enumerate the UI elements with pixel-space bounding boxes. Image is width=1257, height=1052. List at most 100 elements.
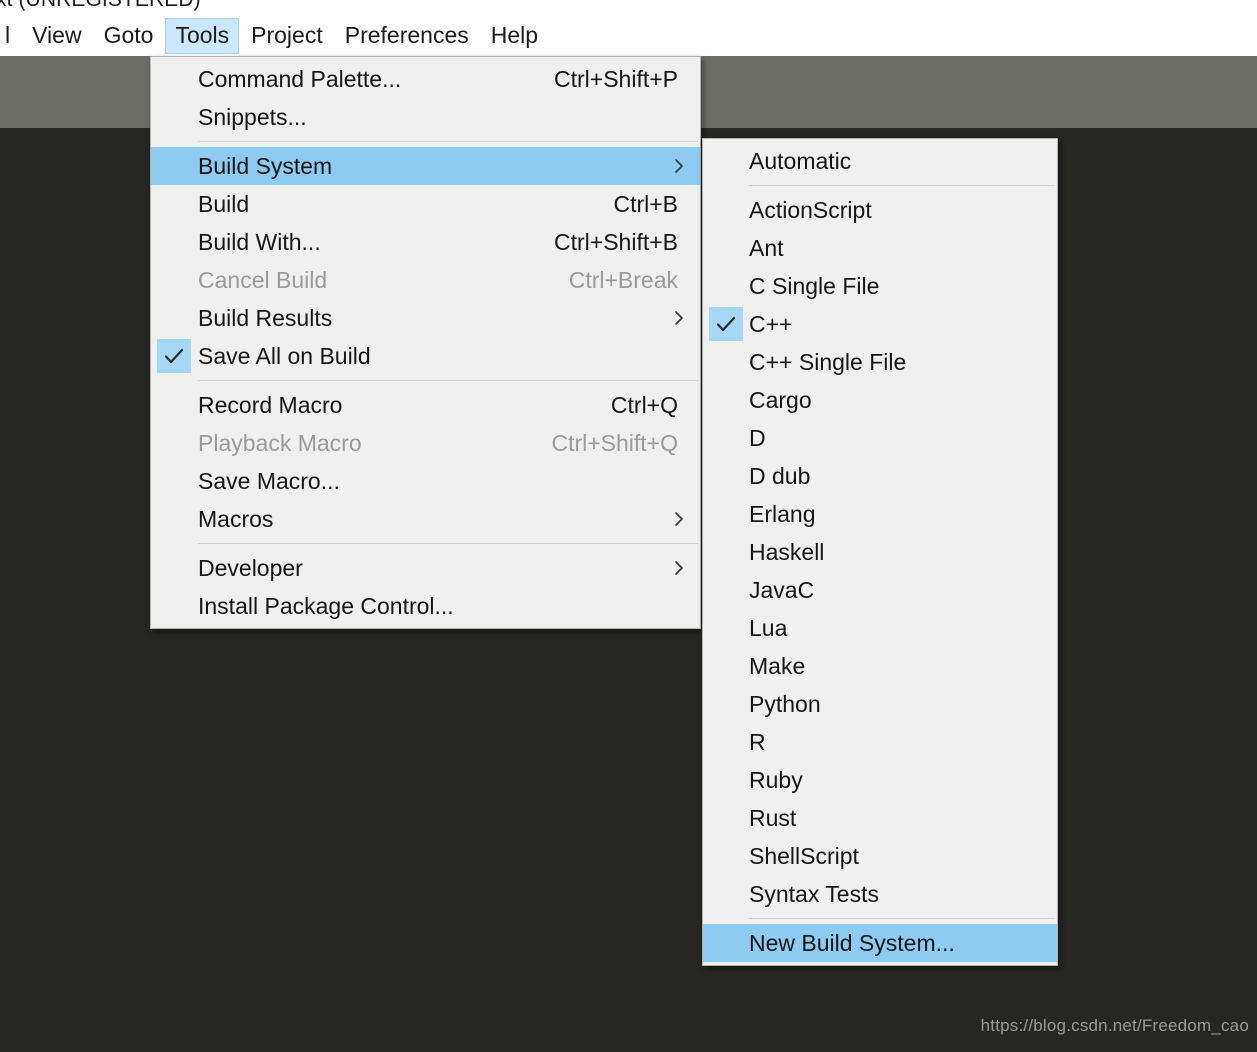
menubar-item-label: l [5,22,10,48]
menubar-item-label: Preferences [345,22,469,48]
menu-item-gutter [703,457,749,495]
menu-item-label: ActionScript [749,195,1057,225]
menu-item-gutter [151,185,198,223]
menu-item-label: Save All on Build [198,341,700,371]
menu-item-label: Python [749,689,1057,719]
menu-item-new-build-system[interactable]: New Build System... [703,924,1057,962]
menu-item-cplusplus-single-file[interactable]: C++ Single File [703,343,1057,381]
menu-separator [198,141,698,142]
menu-item-build-with[interactable]: Build With...Ctrl+Shift+B [151,223,700,261]
menubar-item-label: Tools [175,22,229,48]
menu-item-snippets[interactable]: Snippets... [151,98,700,136]
menubar-item-project[interactable]: Project [241,18,333,54]
menu-item-developer[interactable]: Developer [151,549,700,587]
menu-item-erlang[interactable]: Erlang [703,495,1057,533]
menu-item-gutter [703,343,749,381]
chevron-right-icon [672,510,686,528]
menu-item-label: C Single File [749,271,1057,301]
menu-item-save-macro[interactable]: Save Macro... [151,462,700,500]
menu-item-syntax-tests[interactable]: Syntax Tests [703,875,1057,913]
menu-item-automatic[interactable]: Automatic [703,142,1057,180]
menu-item-label: Record Macro [198,390,611,420]
menu-item-gutter [151,261,198,299]
menu-item-label: Syntax Tests [749,879,1057,909]
menu-item-shortcut: Ctrl+Shift+P [554,64,678,94]
menu-item-gutter [703,495,749,533]
menu-item-javac[interactable]: JavaC [703,571,1057,609]
menu-item-save-all-on-build[interactable]: Save All on Build [151,337,700,375]
menu-item-shortcut: Ctrl+Shift+B [554,227,678,257]
menubar-item-preferences[interactable]: Preferences [335,18,479,54]
menu-item-label: Playback Macro [198,428,551,458]
menubar-item-help[interactable]: Help [481,18,548,54]
menu-item-label: C++ Single File [749,347,1057,377]
menubar-item-goto[interactable]: Goto [94,18,164,54]
menu-separator [198,380,698,381]
menu-item-label: R [749,727,1057,757]
menu-item-c-single-file[interactable]: C Single File [703,267,1057,305]
menu-item-ant[interactable]: Ant [703,229,1057,267]
menu-item-ruby[interactable]: Ruby [703,761,1057,799]
menu-item-label: Cargo [749,385,1057,415]
check-icon [157,339,191,373]
menu-item-label: New Build System... [749,928,1057,958]
menu-item-d[interactable]: D [703,419,1057,457]
menu-item-build-results[interactable]: Build Results [151,299,700,337]
chevron-right-icon [672,157,686,175]
build-system-submenu-panel: Automatic ActionScript Ant C Single File C++… [702,138,1058,966]
menu-item-macros[interactable]: Macros [151,500,700,538]
menu-item-gutter [703,229,749,267]
menubar-item-l[interactable]: l [0,18,20,54]
menu-item-record-macro[interactable]: Record MacroCtrl+Q [151,386,700,424]
menubar-item-label: Project [251,22,323,48]
menu-item-install-package-control[interactable]: Install Package Control... [151,587,700,625]
menu-item-gutter [151,147,198,185]
menubar-item-tools[interactable]: Tools [165,18,239,54]
menu-item-label: Developer [198,553,700,583]
menu-item-label: Macros [198,504,700,534]
menu-item-actionscript[interactable]: ActionScript [703,191,1057,229]
menu-item-d-dub[interactable]: D dub [703,457,1057,495]
chevron-right-icon [672,309,686,327]
menubar-item-label: Goto [104,22,154,48]
menu-item-cancel-build: Cancel BuildCtrl+Break [151,261,700,299]
menu-item-command-palette[interactable]: Command Palette...Ctrl+Shift+P [151,60,700,98]
menu-item-make[interactable]: Make [703,647,1057,685]
menu-item-gutter [703,305,749,343]
menu-item-lua[interactable]: Lua [703,609,1057,647]
menu-item-label: Make [749,651,1057,681]
menubar-item-label: Help [491,22,538,48]
menu-item-gutter [151,60,198,98]
menubar-item-view[interactable]: View [22,18,91,54]
menu-item-rust[interactable]: Rust [703,799,1057,837]
menu-item-build-system[interactable]: Build System [151,147,700,185]
menu-item-gutter [151,223,198,261]
menu-item-shellscript[interactable]: ShellScript [703,837,1057,875]
menu-item-gutter [703,875,749,913]
menu-bar: l View Goto Tools Project Preferences Help [0,16,1257,56]
menu-separator [198,543,698,544]
menu-item-label: Automatic [749,146,1057,176]
watermark-url: https://blog.csdn.net/Freedom_cao [981,1016,1249,1036]
menu-item-label: C++ [749,309,1057,339]
menu-item-gutter [151,587,198,625]
menu-item-haskell[interactable]: Haskell [703,533,1057,571]
menu-item-r[interactable]: R [703,723,1057,761]
menu-item-gutter [703,723,749,761]
menu-item-label: Lua [749,613,1057,643]
menu-item-label: Save Macro... [198,466,700,496]
menu-item-gutter [703,837,749,875]
menubar-item-label: View [32,22,81,48]
menu-item-label: Command Palette... [198,64,554,94]
menu-item-label: Snippets... [198,102,700,132]
menu-item-cplusplus[interactable]: C++ [703,305,1057,343]
menu-item-cargo[interactable]: Cargo [703,381,1057,419]
menu-item-python[interactable]: Python [703,685,1057,723]
menu-item-gutter [703,647,749,685]
menu-bar-items: l View Goto Tools Project Preferences Help [0,16,549,56]
menu-item-label: Rust [749,803,1057,833]
menu-item-label: ShellScript [749,841,1057,871]
menu-item-build[interactable]: BuildCtrl+B [151,185,700,223]
menu-item-label: Build With... [198,227,554,257]
menu-item-label: D [749,423,1057,453]
